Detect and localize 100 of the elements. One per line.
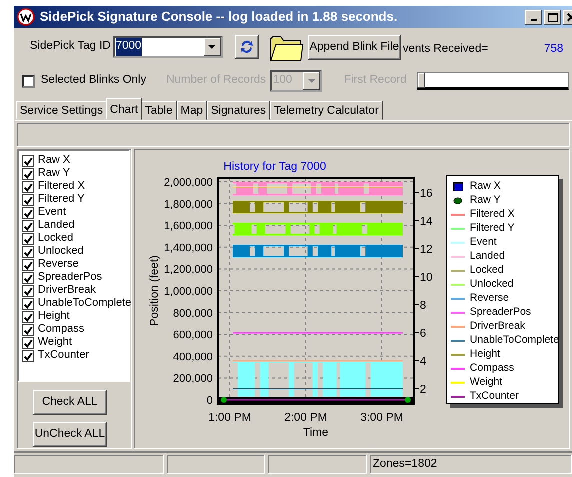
- series-checkbox[interactable]: [22, 310, 34, 322]
- legend-label: UnableToComplete: [470, 333, 560, 348]
- check-icon: [23, 208, 33, 218]
- check-all-button[interactable]: Check ALL: [33, 390, 107, 415]
- series-label: Filtered X: [38, 179, 86, 194]
- tab[interactable]: Chart: [106, 98, 142, 120]
- right-tick-label: 2: [420, 384, 426, 396]
- series-checkbox[interactable]: [22, 246, 34, 258]
- series-label: TxCounter: [38, 348, 90, 364]
- y-tick-label: 1,600,000: [164, 220, 213, 233]
- legend-label: Compass: [470, 361, 514, 376]
- legend-label: Event: [470, 235, 497, 250]
- tag-id-combo[interactable]: 7000: [112, 36, 223, 58]
- dropdown-icon: [308, 78, 316, 84]
- tab[interactable]: Service Settings: [16, 101, 108, 120]
- events-count: 758: [544, 42, 564, 58]
- check-icon: [23, 350, 33, 362]
- series-label: Filtered Y: [38, 192, 85, 207]
- legend-label: Reverse: [470, 291, 510, 306]
- tab[interactable]: Telemetry Calculator: [270, 101, 383, 120]
- check-icon: [23, 286, 33, 296]
- y-tick-label: 800,000: [173, 308, 213, 320]
- legend-label: DriverBreak: [470, 319, 526, 334]
- y-tick-label: 1,000,000: [164, 286, 213, 298]
- series-checkbox[interactable]: [22, 298, 34, 310]
- zones-status: Zones=1802: [370, 455, 572, 474]
- minimize-button[interactable]: [525, 10, 542, 24]
- series-checkbox[interactable]: [22, 258, 34, 270]
- x-tick-label: 2:00 PM: [284, 412, 328, 424]
- series-checkbox[interactable]: [22, 336, 34, 348]
- series-checkbox[interactable]: [22, 272, 34, 284]
- series-label: Compass: [38, 322, 84, 337]
- right-tick-label: 4: [420, 356, 426, 368]
- maximize-icon: [548, 12, 558, 22]
- tab[interactable]: Signatures: [207, 101, 270, 120]
- series-label: Unlocked: [38, 244, 84, 259]
- y-tick-label: 400,000: [173, 351, 213, 364]
- series-label: Reverse: [38, 257, 79, 272]
- series-label: Locked: [38, 231, 74, 246]
- refresh-icon: [238, 39, 255, 55]
- y-tick-label: 1,200,000: [164, 264, 213, 276]
- check-icon: [23, 338, 33, 348]
- legend-label: TxCounter: [470, 389, 520, 404]
- y-tick-label: 1,800,000: [164, 198, 213, 211]
- series-checkbox[interactable]: [22, 168, 34, 180]
- y-axis-title: Position (feet): [149, 256, 161, 326]
- tag-id-value[interactable]: 7000: [116, 38, 142, 56]
- legend-label: SpreaderPos: [470, 305, 532, 320]
- tab[interactable]: Table: [141, 101, 177, 120]
- series-checkbox[interactable]: [22, 284, 34, 296]
- legend-label: Height: [470, 347, 500, 362]
- right-tick-label: 6: [420, 328, 426, 340]
- series-checkbox[interactable]: [22, 220, 34, 232]
- check-icon: [23, 298, 33, 310]
- legend-label: Raw Y: [470, 193, 501, 208]
- window-title: SidePick Signature Console -- log loaded in 1.88 seconds.: [40, 8, 399, 26]
- check-icon: [23, 312, 33, 322]
- check-icon: [23, 260, 33, 270]
- check-icon: [23, 220, 33, 232]
- y-tick-label: 2,000,000: [164, 177, 213, 189]
- y-tick-label: 0: [206, 395, 213, 407]
- right-tick-label: 10: [420, 272, 433, 284]
- series-checkbox[interactable]: [22, 206, 34, 218]
- x-axis-title: Time: [303, 427, 329, 439]
- series-label: Raw Y: [38, 166, 70, 181]
- x-tick-label: 1:00 PM: [208, 412, 252, 424]
- series-checkbox[interactable]: [22, 232, 34, 244]
- tab[interactable]: Map: [176, 101, 208, 120]
- check-icon: [23, 272, 33, 284]
- legend-label: Landed: [470, 249, 506, 264]
- tag-id-label: SidePick Tag ID: [30, 39, 111, 54]
- legend-label: Filtered Y: [470, 221, 515, 236]
- series-checkbox[interactable]: [22, 154, 34, 166]
- right-tick-label: 8: [420, 300, 426, 312]
- right-tick-label: 16: [420, 188, 433, 200]
- uncheck-all-button[interactable]: UnCheck ALL: [33, 422, 107, 447]
- append-blink-file-button[interactable]: Append Blink File: [308, 34, 401, 60]
- right-tick-label: 14: [420, 216, 433, 228]
- series-checkbox[interactable]: [22, 180, 34, 192]
- maximize-button[interactable]: [544, 10, 561, 24]
- legend-label: Raw X: [470, 179, 501, 194]
- series-label: Weight: [38, 335, 72, 350]
- y-tick-label: 1,400,000: [164, 242, 213, 254]
- chart-title: History for Tag 7000: [224, 161, 326, 173]
- check-icon: [23, 168, 33, 180]
- check-icon: [23, 246, 33, 258]
- minimize-icon: [530, 19, 536, 21]
- series-checkbox[interactable]: [22, 194, 34, 206]
- legend-label: Unlocked: [470, 277, 514, 292]
- check-icon: [23, 234, 33, 244]
- series-checkbox[interactable]: [22, 350, 34, 362]
- y-tick-label: 200,000: [173, 373, 213, 386]
- check-icon: [23, 194, 33, 206]
- first-record-slider[interactable]: [416, 72, 569, 90]
- series-label: Landed: [38, 218, 75, 233]
- legend-label: Locked: [470, 263, 504, 278]
- refresh-button[interactable]: [234, 35, 259, 59]
- series-checkbox[interactable]: [22, 324, 34, 336]
- x-tick-label: 3:00 PM: [360, 412, 404, 424]
- check-icon: [23, 324, 33, 336]
